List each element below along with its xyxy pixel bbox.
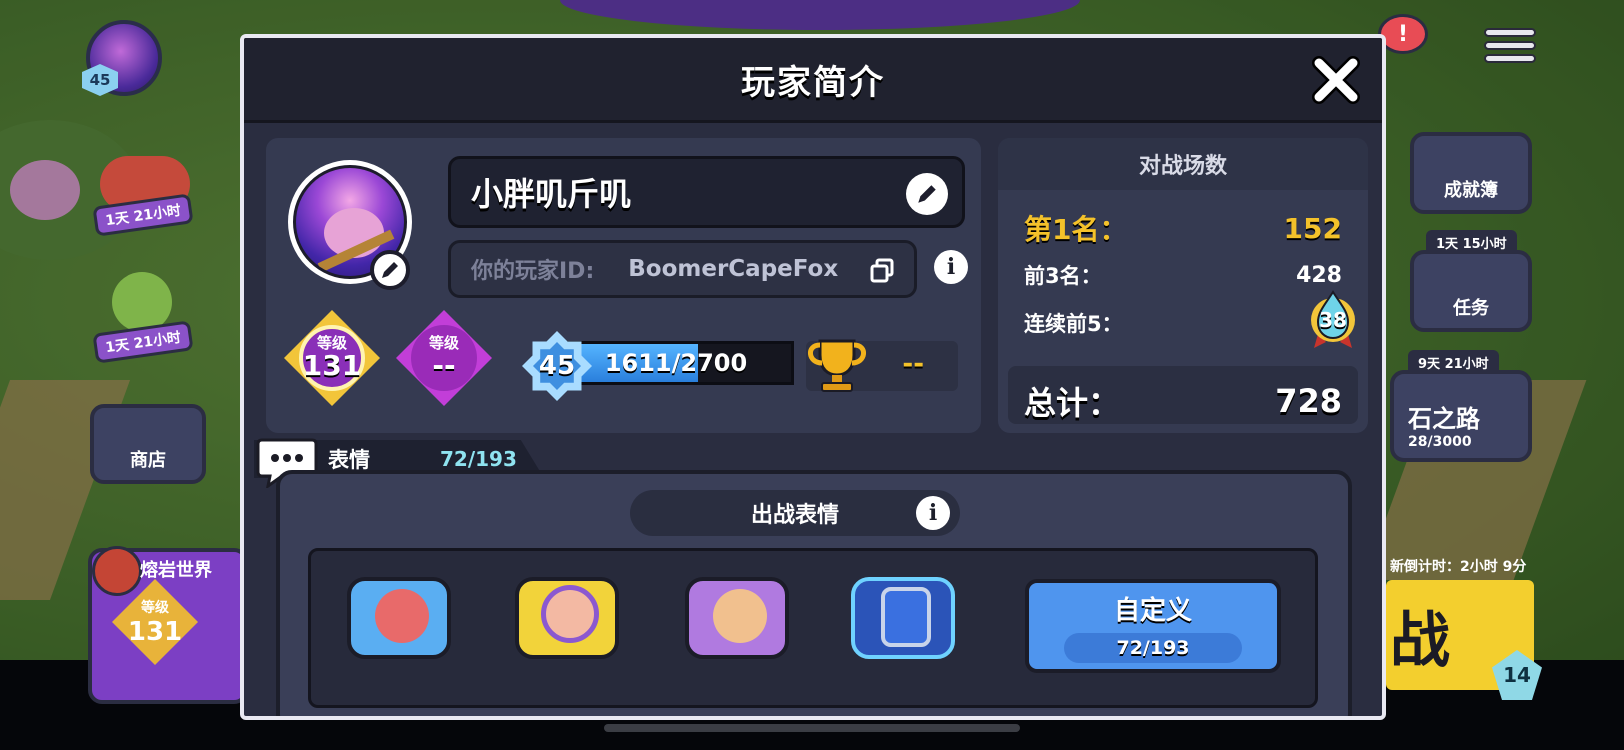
pencil-icon [382,262,398,278]
customize-title: 自定义 [1113,595,1192,626]
stone-road-button[interactable]: 石之路 28/3000 [1390,370,1532,462]
home-indicator[interactable] [604,724,1020,732]
level-badge: 等级 131 [284,310,380,406]
emote-slots: 自定义 72/193 [308,548,1318,708]
level-value: 131 [302,348,362,382]
player-id-value: BoomerCapeFox [628,256,839,282]
copy-icon[interactable] [868,257,896,285]
emote-slot-3[interactable] [685,577,789,659]
streak-value: 38 [1319,308,1347,332]
lava-world-label: 熔岩世界 [140,560,212,581]
name-edit-button[interactable] [906,173,948,215]
xp-progress-text: 1611/2700 [604,349,748,377]
king-emote-icon [541,585,599,643]
profile-card: 小胖叽斤叽 你的玩家ID: BoomerCapeFox i 等级 131 等级 … [266,138,981,433]
stat-top3-value: 428 [1296,262,1342,288]
monkey-emote-icon [375,589,429,643]
stat-total: 总计： 728 [1024,378,1342,424]
xp-level-badge: 45 [522,331,592,401]
emote-slot-1[interactable] [347,577,451,659]
close-icon [1312,56,1360,104]
rank-value: -- [432,348,456,382]
modal-title: 玩家简介 [741,62,885,103]
emote-info-icon[interactable]: i [916,496,950,530]
avatar-edit-button[interactable] [370,250,410,290]
trophy-value: -- [902,349,924,379]
shop-button[interactable]: 商店 [90,404,206,484]
player-id-label: 你的玩家ID: [471,259,595,284]
player-name: 小胖叽斤叽 [471,175,632,213]
shop-label: 商店 [130,450,166,471]
rank-badge: 等级 -- [396,310,492,406]
stone-road-label: 石之路 [1408,405,1480,433]
lava-level-caption: 等级 [141,600,169,616]
customize-emotes-button[interactable]: 自定义 72/193 [1025,579,1281,673]
customize-count: 72/193 [1064,632,1242,663]
stat-first-value: 152 [1283,211,1342,245]
stat-total-label: 总计： [1024,384,1121,422]
tasks-button[interactable]: 任务 [1410,250,1532,332]
menu-button[interactable] [1484,28,1536,74]
xp-level-value: 45 [533,342,581,390]
menu-bar-icon [1484,28,1536,37]
crown-emote-icon [713,589,767,643]
emote-slot-2[interactable] [515,577,619,659]
lava-world-icon [92,546,142,596]
stat-streak-label: 连续前5： [1024,312,1123,336]
robot-emote-icon [881,587,931,647]
achievement-label: 成就簿 [1444,180,1498,201]
xp-progress-bar: 1611/2700 [558,341,794,385]
stat-top3: 前3名： 428 [1024,260,1342,290]
pencil-icon [918,185,936,203]
battle-stats-header: 对战场数 [998,138,1368,190]
stat-streak: 连续前5： [1024,308,1342,338]
trophy-box: -- [806,339,958,392]
battle-emotes-header: 出战表情 i [630,490,960,536]
emote-panel: 出战表情 i 自定义 72/193 [276,470,1352,716]
battle-emotes-label: 出战表情 [750,503,839,528]
emote-tab-count: 72/193 [440,447,517,471]
stat-top3-label: 前3名： [1024,264,1102,288]
stat-total-value: 728 [1275,382,1342,420]
lava-level-value: 131 [127,617,183,647]
streak-badge: 38 [1308,288,1358,350]
player-id-field: 你的玩家ID: BoomerCapeFox [448,240,917,298]
level-badge-inner: 等级 131 [299,325,365,391]
stat-first-label: 第1名： [1024,213,1128,246]
countdown-label: 新倒计时：2小时 9分 [1390,559,1527,575]
stat-total-box: 总计： 728 [1008,366,1358,424]
tasks-label: 任务 [1453,298,1489,319]
trophy-icon [808,339,866,392]
player-profile-modal: 玩家简介 小胖叽斤叽 你的玩家ID: BoomerCapeFox i 等级 13… [240,34,1386,720]
player-name-field: 小胖叽斤叽 [448,156,965,228]
battle-stats-card: 对战场数 第1名： 152 前3名： 428 连续前5： 38 总计： 728 [998,138,1368,433]
emote-slot-4[interactable] [851,577,955,659]
close-button[interactable] [1308,52,1364,108]
menu-bar-icon [1484,54,1536,63]
rank-badge-inner: 等级 -- [411,325,477,391]
id-info-icon[interactable]: i [934,250,968,284]
achievement-book-button[interactable]: 成就簿 [1410,132,1532,214]
modal-header: 玩家简介 [244,38,1382,123]
menu-bar-icon [1484,41,1536,50]
stone-road-progress: 28/3000 [1408,434,1472,450]
stat-first-place: 第1名： 152 [1024,208,1342,248]
